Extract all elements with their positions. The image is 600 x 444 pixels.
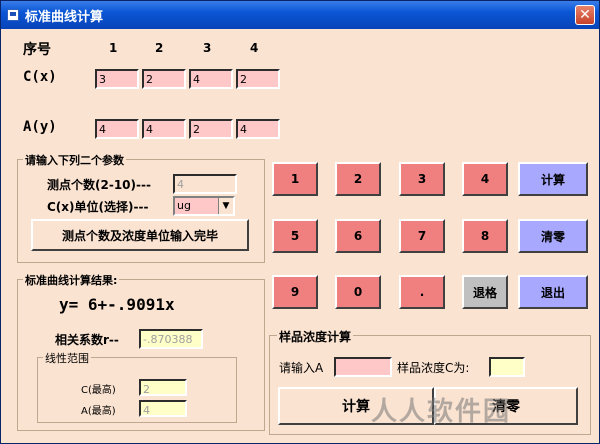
key-6-button[interactable]: 6 bbox=[335, 219, 381, 253]
key-4-button[interactable]: 4 bbox=[462, 162, 508, 196]
backspace-button[interactable]: 退格 bbox=[462, 275, 508, 309]
c-input-2[interactable]: 2 bbox=[142, 69, 186, 89]
exit-button[interactable]: 退出 bbox=[518, 275, 588, 309]
watermark-text: 人人软件园 bbox=[371, 397, 512, 427]
count-label: 测点个数(2-10)--- bbox=[47, 178, 151, 192]
key-2-button[interactable]: 2 bbox=[335, 162, 381, 196]
c-input-3[interactable]: 4 bbox=[189, 69, 233, 89]
col-header-4: 4 bbox=[250, 41, 259, 55]
params-group-title: 请输入下列二个参数 bbox=[23, 152, 126, 168]
compute-button[interactable]: 计算 bbox=[518, 162, 588, 196]
key-dot-button[interactable]: . bbox=[399, 275, 445, 309]
clear-button[interactable]: 清零 bbox=[518, 219, 588, 253]
key-8-button[interactable]: 8 bbox=[462, 219, 508, 253]
count-field[interactable]: 4 bbox=[173, 174, 237, 194]
c-input-4[interactable]: 2 bbox=[236, 69, 280, 89]
result-group-title: 标准曲线计算结果: bbox=[23, 272, 120, 288]
c-input-1[interactable]: 3 bbox=[95, 69, 139, 89]
a-input-3[interactable]: 2 bbox=[189, 119, 233, 139]
c-max-field: 2 bbox=[139, 379, 187, 396]
key-9-button[interactable]: 9 bbox=[272, 275, 318, 309]
title-bar[interactable]: 标准曲线计算 ✕ bbox=[1, 1, 599, 29]
unit-select[interactable]: ug ▼ bbox=[173, 196, 235, 216]
chevron-down-icon[interactable]: ▼ bbox=[218, 198, 233, 214]
c-row-label: C(x) bbox=[23, 69, 57, 85]
close-button[interactable]: ✕ bbox=[575, 5, 595, 25]
unit-select-value: ug bbox=[177, 199, 191, 212]
corr-field: -.870388 bbox=[139, 329, 203, 349]
main-window: 标准曲线计算 ✕ 序号 1 2 3 4 C(x) 3 2 4 2 A(y) 4 … bbox=[0, 0, 600, 444]
key-0-button[interactable]: 0 bbox=[335, 275, 381, 309]
corr-label: 相关系数r-- bbox=[55, 333, 119, 347]
window-title: 标准曲线计算 bbox=[25, 10, 104, 25]
a-input-4[interactable]: 4 bbox=[236, 119, 280, 139]
app-icon bbox=[7, 9, 19, 21]
key-5-button[interactable]: 5 bbox=[272, 219, 318, 253]
a-max-label: A(最高) bbox=[81, 406, 116, 417]
sample-group-title: 样品浓度计算 bbox=[277, 328, 354, 345]
unit-label: C(x)单位(选择)--- bbox=[47, 200, 149, 214]
sample-input-label: 请输入A bbox=[279, 361, 324, 375]
a-row-label: A(y) bbox=[23, 119, 57, 135]
equation-text: y= 6+-.9091x bbox=[59, 295, 175, 314]
key-1-button[interactable]: 1 bbox=[272, 162, 318, 196]
a-input-1[interactable]: 4 bbox=[95, 119, 139, 139]
sample-a-input[interactable] bbox=[334, 357, 392, 377]
col-header-2: 2 bbox=[155, 41, 164, 55]
col-header-1: 1 bbox=[109, 41, 118, 55]
sample-output-label: 样品浓度C为: bbox=[397, 361, 470, 375]
a-max-field: 4 bbox=[139, 400, 187, 417]
linear-range-group bbox=[37, 357, 237, 423]
a-input-2[interactable]: 4 bbox=[142, 119, 186, 139]
seq-label: 序号 bbox=[23, 42, 51, 58]
confirm-params-button[interactable]: 测点个数及浓度单位输入完毕 bbox=[31, 219, 249, 251]
col-header-3: 3 bbox=[203, 41, 212, 55]
c-max-label: C(最高) bbox=[81, 385, 116, 396]
linear-range-title: 线性范围 bbox=[43, 350, 91, 366]
sample-c-output bbox=[489, 357, 525, 377]
key-3-button[interactable]: 3 bbox=[399, 162, 445, 196]
key-7-button[interactable]: 7 bbox=[399, 219, 445, 253]
